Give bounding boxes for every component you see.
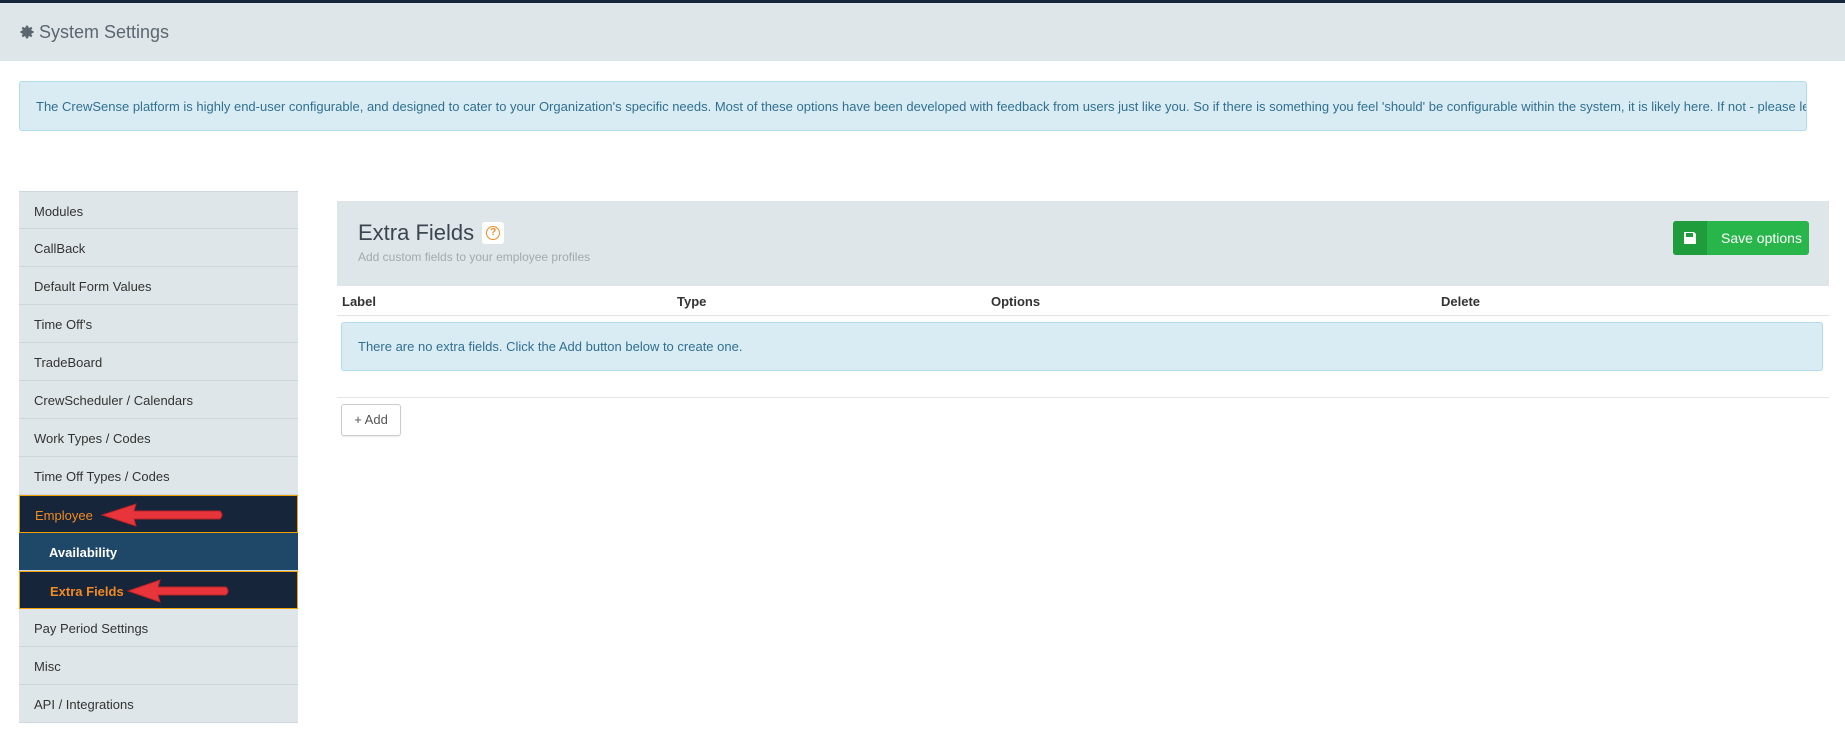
- sidebar-item-label: Work Types / Codes: [34, 431, 151, 446]
- empty-state-message: There are no extra fields. Click the Add…: [341, 322, 1823, 371]
- sidebar-item-label: TradeBoard: [34, 355, 103, 370]
- red-arrow-annotation: [100, 503, 223, 527]
- sidebar-item-label: Time Off's: [34, 317, 93, 332]
- sidebar-item-label: Employee: [35, 508, 93, 523]
- settings-sidebar: Modules CallBack Default Form Values Tim…: [19, 191, 298, 723]
- page-header: System Settings: [0, 3, 1845, 61]
- sidebar-item-pay-period[interactable]: Pay Period Settings: [19, 609, 298, 647]
- sidebar-item-tradeboard[interactable]: TradeBoard: [19, 343, 298, 381]
- save-options-label: Save options: [1721, 230, 1802, 246]
- sidebar-item-misc[interactable]: Misc: [19, 647, 298, 685]
- sidebar-item-label: CallBack: [34, 241, 86, 256]
- sidebar-item-callback[interactable]: CallBack: [19, 229, 298, 267]
- sidebar-item-modules[interactable]: Modules: [19, 191, 298, 229]
- gear-icon: [20, 25, 34, 39]
- sidebar-item-label: Availability: [49, 545, 118, 560]
- sidebar-item-extra-fields[interactable]: Extra Fields: [19, 571, 298, 609]
- panel-header: Extra Fields ? Add custom fields to your…: [337, 201, 1829, 286]
- sidebar-item-label: CrewScheduler / Calendars: [34, 393, 193, 408]
- red-arrow-annotation: [126, 579, 229, 603]
- sidebar-item-time-offs[interactable]: Time Off's: [19, 305, 298, 343]
- sidebar-item-label: Time Off Types / Codes: [34, 469, 170, 484]
- panel-title: Extra Fields: [358, 220, 475, 245]
- table-header: Label Type Options Delete: [337, 287, 1829, 316]
- sidebar-item-time-off-types[interactable]: Time Off Types / Codes: [19, 457, 298, 495]
- divider: [337, 397, 1829, 398]
- sidebar-item-default-form-values[interactable]: Default Form Values: [19, 267, 298, 305]
- floppy-disk-icon: [1673, 221, 1707, 255]
- sidebar-item-availability[interactable]: Availability: [19, 533, 298, 571]
- add-field-button[interactable]: + Add: [341, 404, 401, 436]
- sidebar-item-label: Modules: [34, 204, 84, 219]
- column-header-type: Type: [677, 294, 707, 309]
- page-title: System Settings: [39, 21, 170, 42]
- info-banner: The CrewSense platform is highly end-use…: [19, 81, 1807, 131]
- panel-subtitle: Add custom fields to your employee profi…: [358, 250, 591, 264]
- sidebar-item-label: Misc: [34, 659, 61, 674]
- column-header-options: Options: [991, 294, 1041, 309]
- sidebar-item-label: Extra Fields: [50, 584, 124, 599]
- sidebar-item-label: Default Form Values: [34, 279, 152, 294]
- sidebar-item-work-types[interactable]: Work Types / Codes: [19, 419, 298, 457]
- sidebar-item-label: API / Integrations: [34, 697, 134, 712]
- column-header-delete: Delete: [1441, 294, 1481, 309]
- column-header-label: Label: [342, 294, 376, 309]
- save-options-button[interactable]: Save options: [1673, 221, 1809, 255]
- help-icon[interactable]: ?: [482, 222, 505, 244]
- sidebar-item-employee[interactable]: Employee: [19, 495, 298, 533]
- sidebar-item-api-integrations[interactable]: API / Integrations: [19, 685, 298, 723]
- sidebar-item-label: Pay Period Settings: [34, 621, 149, 636]
- sidebar-item-crewscheduler[interactable]: CrewScheduler / Calendars: [19, 381, 298, 419]
